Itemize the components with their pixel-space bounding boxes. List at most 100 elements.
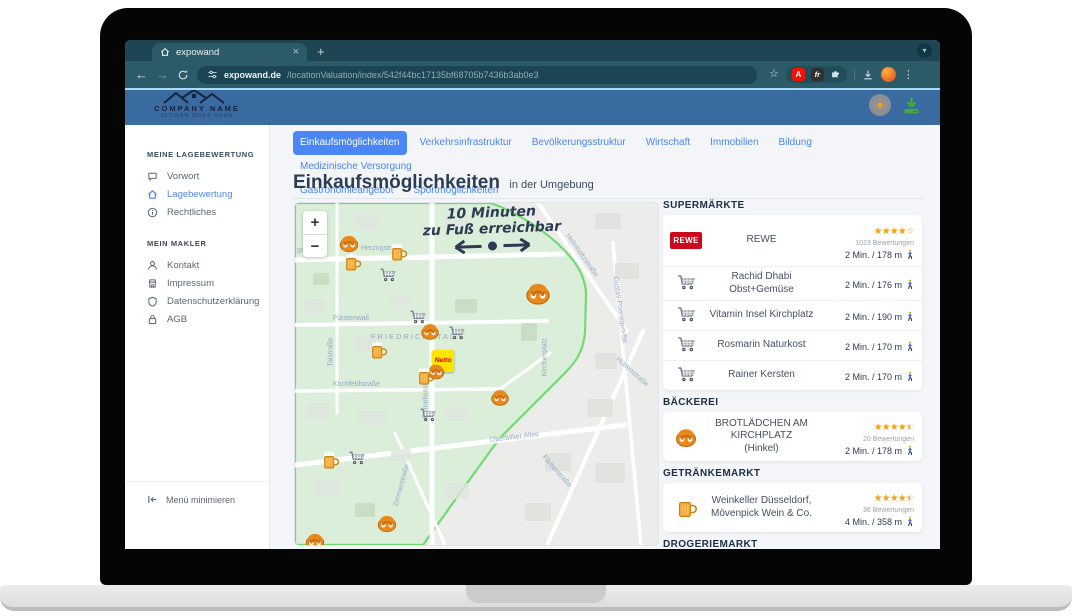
sidebar: MEINE LAGEBEWERTUNG Vorwort Lagebewertun… bbox=[125, 125, 270, 549]
company-name: COMPANY NAME bbox=[137, 104, 257, 113]
sidebar-section-makler: MEIN MAKLER bbox=[147, 239, 269, 248]
lock-icon bbox=[147, 314, 158, 325]
sidebar-item-agb[interactable]: AGB bbox=[147, 310, 269, 328]
downloads-icon[interactable] bbox=[862, 69, 874, 81]
cart-icon[interactable] bbox=[379, 267, 398, 286]
url-domain: expowand.de bbox=[224, 70, 281, 80]
page-subtitle: in der Umgebung bbox=[509, 179, 593, 191]
distance-label: 2 Min. / 190 m bbox=[845, 312, 902, 322]
bakery-card: BROTLÄDCHEN AM KIRCHPLATZ(Hinkel) ☆☆☆☆☆★… bbox=[663, 412, 922, 461]
tab-wirtschaft[interactable]: Wirtschaft bbox=[639, 131, 697, 155]
browser-tab[interactable]: expowand × bbox=[152, 43, 307, 61]
cart-icon[interactable] bbox=[419, 407, 438, 426]
pretzel-icon[interactable] bbox=[524, 279, 552, 307]
bookmark-star-icon[interactable]: ☆ bbox=[769, 69, 779, 80]
tab-verkehrsinfrastruktur[interactable]: Verkehrsinfrastruktur bbox=[413, 131, 519, 155]
browser-toolbar: ← → expowand.de/locationValuation/index/… bbox=[125, 61, 940, 88]
cart-icon[interactable] bbox=[448, 325, 467, 344]
adobe-extension-icon[interactable]: A bbox=[792, 68, 805, 81]
laptop-mockup: expowand × + ▾ ← → expowand.de/locationV… bbox=[0, 0, 1072, 616]
fr-extension-icon[interactable]: fr bbox=[811, 68, 824, 81]
beer-icon[interactable] bbox=[388, 243, 408, 263]
pretzel-icon[interactable] bbox=[338, 232, 360, 254]
distance-label: 2 Min. / 170 m bbox=[845, 372, 902, 382]
distance-label: 2 Min. / 178 m bbox=[845, 446, 902, 456]
store-name: Rainer Kersten bbox=[701, 369, 822, 382]
section-title-getraenkemarkt: GETRÄNKEMARKT bbox=[663, 468, 922, 479]
beer-icon[interactable] bbox=[320, 451, 340, 471]
sidebar-item-label: Rechtliches bbox=[167, 207, 216, 218]
browser-tabbar: expowand × + ▾ bbox=[125, 40, 940, 61]
pretzel-icon[interactable] bbox=[490, 387, 511, 408]
profile-avatar[interactable] bbox=[881, 67, 896, 82]
person-icon bbox=[147, 260, 158, 271]
pretzel-icon[interactable] bbox=[304, 530, 326, 545]
sidebar-item-vorwort[interactable]: Vorwort bbox=[147, 167, 269, 185]
toolbar-right: ☆ A fr ⋮ bbox=[769, 66, 914, 83]
walking-person-icon bbox=[906, 249, 914, 260]
beer-icon[interactable] bbox=[415, 367, 435, 387]
list-item-rewe[interactable]: REWE REWE ☆☆☆☆☆★★★★★ 1023 Bewertungen 2 … bbox=[663, 215, 922, 266]
tab-immobilien[interactable]: Immobilien bbox=[703, 131, 765, 155]
list-item-brotlaedchen[interactable]: BROTLÄDCHEN AM KIRCHPLATZ(Hinkel) ☆☆☆☆☆★… bbox=[663, 412, 922, 461]
store-meta: ☆☆☆☆☆★★★★★ 1023 Bewertungen 2 Min. / 178… bbox=[822, 221, 914, 260]
tab-bildung[interactable]: Bildung bbox=[772, 131, 819, 155]
store-name: BROTLÄDCHEN AM KIRCHPLATZ(Hinkel) bbox=[701, 418, 822, 456]
walking-person-icon bbox=[906, 279, 914, 290]
map-street-label: Fürstenwall bbox=[333, 315, 369, 322]
zoom-out-button[interactable]: − bbox=[303, 234, 327, 257]
sidebar-item-label: Lagebewertung bbox=[167, 189, 233, 200]
walking-person-icon bbox=[906, 311, 914, 322]
sidebar-item-datenschutz[interactable]: Datenschutzerklärung bbox=[147, 292, 269, 310]
laptop-notch bbox=[466, 585, 606, 603]
list-item-rachid-dhabi[interactable]: Rachid Dhabi Obst+Gemüse 2 Min. / 176 m bbox=[663, 266, 922, 300]
store-name: Rachid Dhabi Obst+Gemüse bbox=[701, 271, 822, 296]
annotation-arrow-icon bbox=[437, 236, 547, 256]
list-item-weinkeller[interactable]: Weinkeller Düsseldorf,Mövenpick Wein & C… bbox=[663, 483, 922, 532]
list-item-rainer-kersten[interactable]: Rainer Kersten 2 Min. / 170 m bbox=[663, 360, 922, 390]
list-item-rosmarin[interactable]: Rosmarin Naturkost 2 Min. / 170 m bbox=[663, 330, 922, 360]
list-item-vitamin-insel[interactable]: Vitamin Insel Kirchplatz 2 Min. / 190 m bbox=[663, 300, 922, 330]
url-bar[interactable]: expowand.de/locationValuation/index/542f… bbox=[197, 66, 757, 84]
sidebar-item-lagebewertung[interactable]: Lagebewertung bbox=[147, 185, 269, 203]
star-rating: ☆☆☆☆☆★★★★★ bbox=[874, 494, 914, 504]
distance-label: 2 Min. / 170 m bbox=[845, 342, 902, 352]
tab-einkaufsmoeglichkeiten[interactable]: Einkaufsmöglichkeiten bbox=[293, 131, 407, 155]
info-icon bbox=[147, 207, 158, 218]
url-path: /locationValuation/index/542f44bc17135bf… bbox=[287, 70, 539, 80]
new-tab-button[interactable]: + bbox=[317, 44, 325, 60]
page-title-row: Einkaufsmöglichkeiten in der Umgebung bbox=[293, 172, 594, 194]
site-content: COMPANY NAME SLOGAN GOES HERE MEINE LAGE… bbox=[125, 88, 940, 549]
cart-icon[interactable] bbox=[348, 450, 367, 469]
menu-dots-icon[interactable]: ⋮ bbox=[903, 68, 914, 81]
reload-icon[interactable] bbox=[177, 69, 189, 81]
main-content: EinkaufsmöglichkeitenVerkehrsinfrastrukt… bbox=[270, 125, 940, 549]
theme-toggle[interactable] bbox=[869, 94, 891, 116]
tab-close-icon[interactable]: × bbox=[293, 47, 299, 58]
beer-icon[interactable] bbox=[368, 341, 388, 361]
extensions-puzzle-icon[interactable] bbox=[830, 69, 841, 80]
sidebar-item-kontakt[interactable]: Kontakt bbox=[147, 256, 269, 274]
beer-icon[interactable] bbox=[342, 253, 362, 273]
forward-icon[interactable]: → bbox=[156, 68, 169, 81]
page-title: Einkaufsmöglichkeiten bbox=[293, 172, 500, 193]
sun-icon bbox=[873, 98, 887, 112]
back-icon[interactable]: ← bbox=[135, 68, 148, 81]
tab-bevoelkerungsstruktur[interactable]: Bevölkerungsstruktur bbox=[525, 131, 633, 155]
pretzel-icon[interactable] bbox=[376, 512, 398, 534]
map[interactable]: + − 10 Minuten zu Fuß erreichbar bbox=[295, 203, 658, 545]
sidebar-item-impressum[interactable]: Impressum bbox=[147, 274, 269, 292]
company-logo[interactable]: COMPANY NAME SLOGAN GOES HERE bbox=[137, 90, 257, 123]
walking-person-icon bbox=[906, 445, 914, 456]
zoom-in-button[interactable]: + bbox=[303, 211, 327, 234]
map-street-label: Kirchenplatz bbox=[542, 338, 549, 377]
map-street-label: Talstraße bbox=[328, 338, 335, 367]
pretzel-icon[interactable] bbox=[420, 321, 441, 342]
supermarkets-card: REWE REWE ☆☆☆☆☆★★★★★ 1023 Bewertungen 2 … bbox=[663, 215, 922, 390]
sidebar-item-rechtliches[interactable]: Rechtliches bbox=[147, 203, 269, 221]
site-settings-icon[interactable] bbox=[207, 69, 218, 80]
minimize-menu-button[interactable]: Menü minimieren bbox=[147, 494, 269, 505]
tab-search-icon[interactable]: ▾ bbox=[917, 43, 932, 58]
download-report-button[interactable] bbox=[901, 95, 922, 116]
section-title-drogeriemarkt: DROGERIEMARKT bbox=[663, 539, 922, 549]
